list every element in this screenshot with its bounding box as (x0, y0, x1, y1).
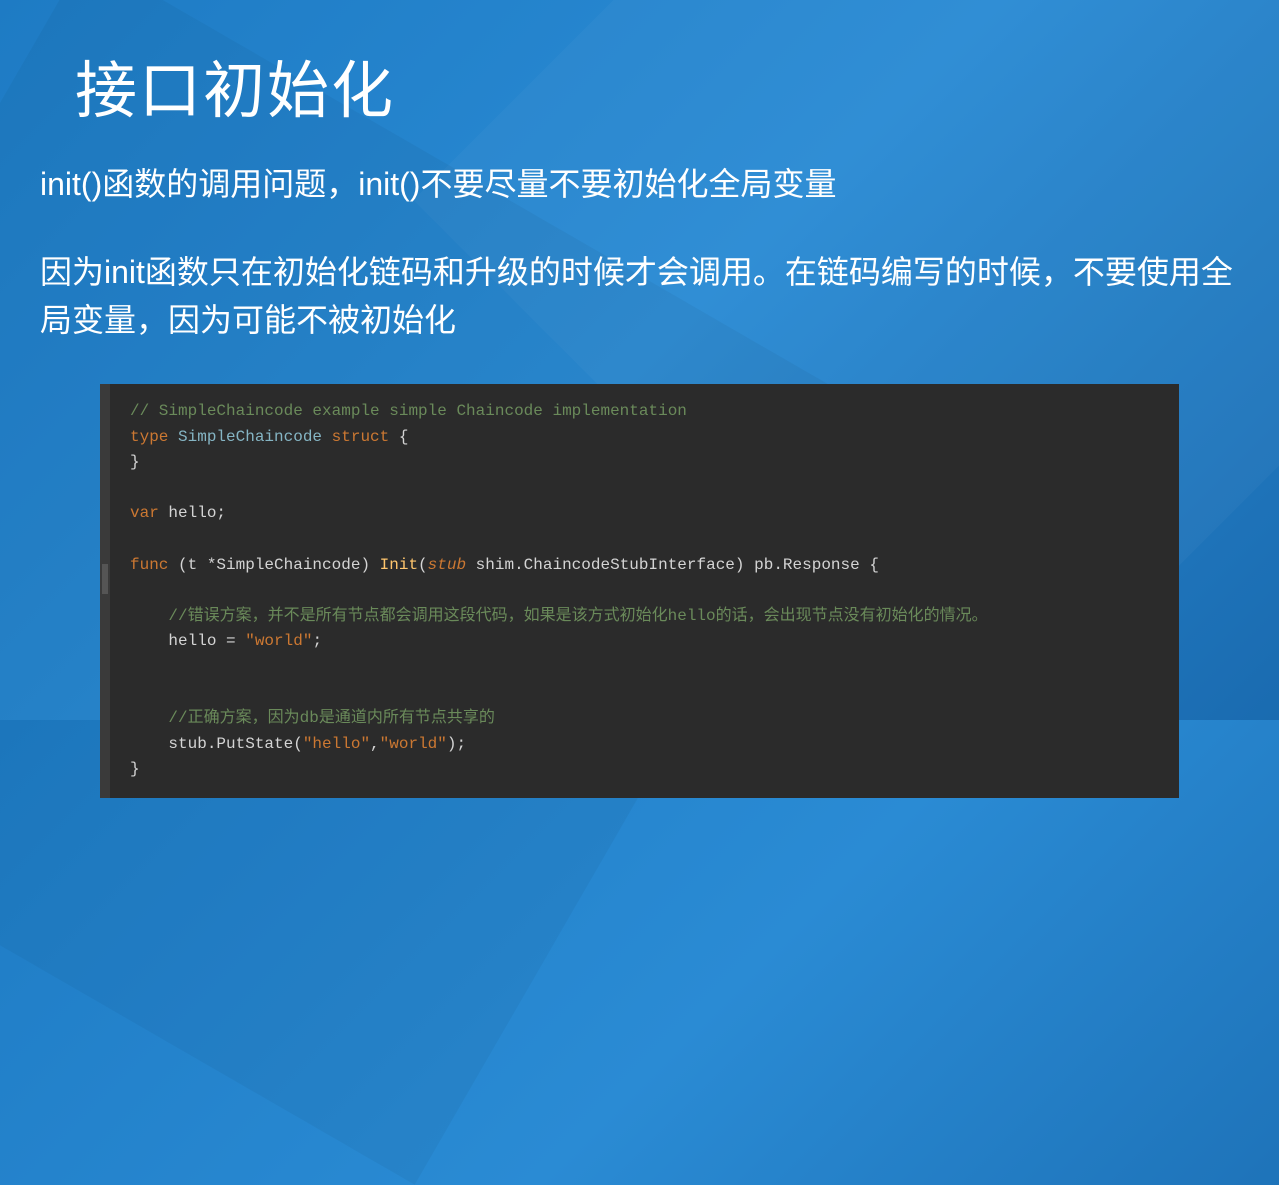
code-line (130, 578, 1159, 604)
slide-title: 接口初始化 (0, 0, 1279, 130)
code-line: func (t *SimpleChaincode) Init(stub shim… (130, 553, 1159, 579)
code-line (130, 655, 1159, 681)
code-line: hello = "world"; (130, 629, 1159, 655)
slide-paragraph: 因为init函数只在初始化链码和升级的时候才会调用。在链码编写的时候，不要使用全… (0, 208, 1279, 344)
code-block: // SimpleChaincode example simple Chainc… (100, 384, 1179, 798)
code-line: // SimpleChaincode example simple Chainc… (130, 399, 1159, 425)
code-line: stub.PutState("hello","world"); (130, 732, 1159, 758)
code-line: //错误方案，并不是所有节点都会调用这段代码，如果是该方式初始化hello的话，… (130, 604, 1159, 630)
code-line: type SimpleChaincode struct { (130, 425, 1159, 451)
code-line: var hello; (130, 501, 1159, 527)
code-line (130, 527, 1159, 553)
code-line (130, 681, 1159, 707)
code-line: } (130, 757, 1159, 783)
code-line (130, 476, 1159, 502)
slide-subtitle: init()函数的调用问题，init()不要尽量不要初始化全局变量 (0, 130, 1279, 208)
code-line: //正确方案，因为db是通道内所有节点共享的 (130, 706, 1159, 732)
code-line: } (130, 450, 1159, 476)
scrollbar-thumb[interactable] (102, 564, 108, 594)
